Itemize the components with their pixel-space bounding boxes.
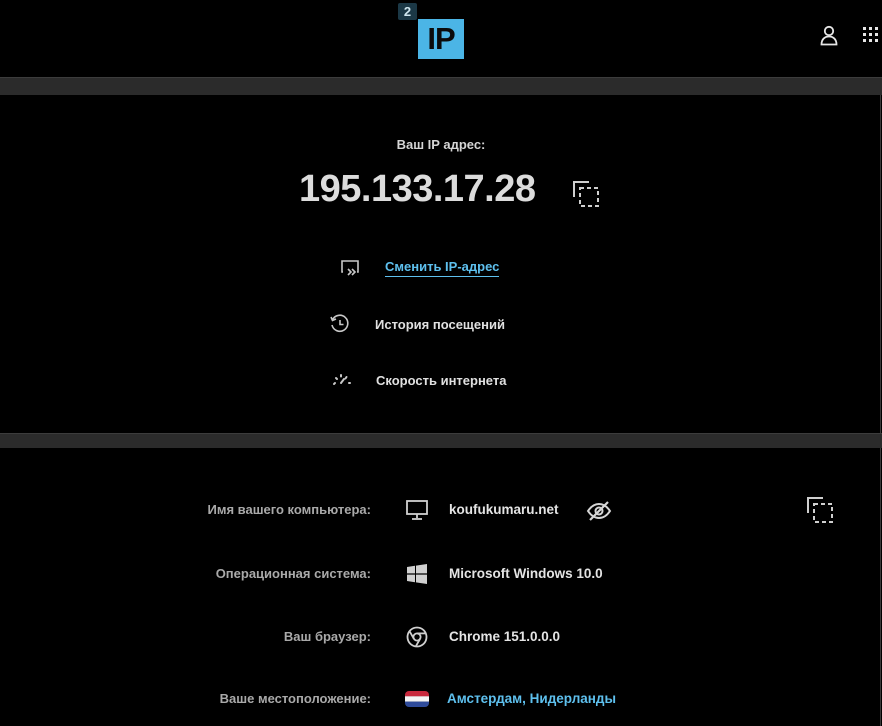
logo-text: IP: [418, 19, 464, 59]
info-row-os: Операционная система: Microsoft Windows …: [0, 559, 882, 589]
change-ip-icon: [338, 256, 362, 280]
history-link[interactable]: История посещений: [328, 312, 505, 336]
monitor-icon: [405, 498, 429, 522]
header: 2 IP: [0, 0, 882, 77]
eye-off-icon[interactable]: [586, 500, 612, 522]
info-value: koufukumaru.net: [449, 502, 559, 517]
info-value: Chrome 151.0.0.0: [449, 629, 561, 644]
speed-test-label: Скорость интернета: [376, 372, 507, 388]
ip-address: 195.133.17.28: [299, 168, 536, 210]
info-key: Ваше местоположение:: [219, 691, 371, 706]
history-label: История посещений: [375, 316, 505, 332]
change-ip-link[interactable]: Сменить IP-адрес: [338, 256, 500, 280]
change-ip-label: Сменить IP-адрес: [385, 259, 500, 277]
info-value: Microsoft Windows 10.0: [449, 566, 603, 581]
info-key: Ваш браузер:: [283, 629, 371, 644]
netherlands-flag-icon: [405, 687, 429, 711]
user-icon[interactable]: [818, 24, 840, 46]
speed-test-link[interactable]: Скорость интернета: [330, 368, 506, 392]
logo-badge: 2: [398, 3, 417, 20]
history-icon: [328, 312, 352, 336]
divider-band: [0, 433, 882, 448]
info-key: Имя вашего компьютера:: [207, 502, 371, 517]
site-logo[interactable]: 2 IP: [398, 3, 464, 59]
divider-band: [0, 77, 882, 95]
windows-icon: [405, 562, 429, 586]
speedometer-icon: [330, 368, 354, 392]
info-value: Амстердам, Нидерланды: [447, 691, 617, 706]
info-row-browser: Ваш браузер: Chrome 151.0.0.0: [0, 622, 882, 652]
chrome-icon: [405, 625, 429, 649]
ip-caption: Ваш IP адрес:: [396, 137, 486, 152]
info-row-computer-name: Имя вашего компьютера: koufukumaru.net: [0, 495, 882, 525]
copy-icon[interactable]: [806, 496, 834, 524]
copy-icon[interactable]: [572, 180, 600, 208]
info-row-location: Ваше местоположение: Амстердам, Нидерлан…: [0, 684, 882, 714]
apps-grid-icon[interactable]: [862, 25, 882, 45]
info-key: Операционная система:: [215, 566, 371, 581]
